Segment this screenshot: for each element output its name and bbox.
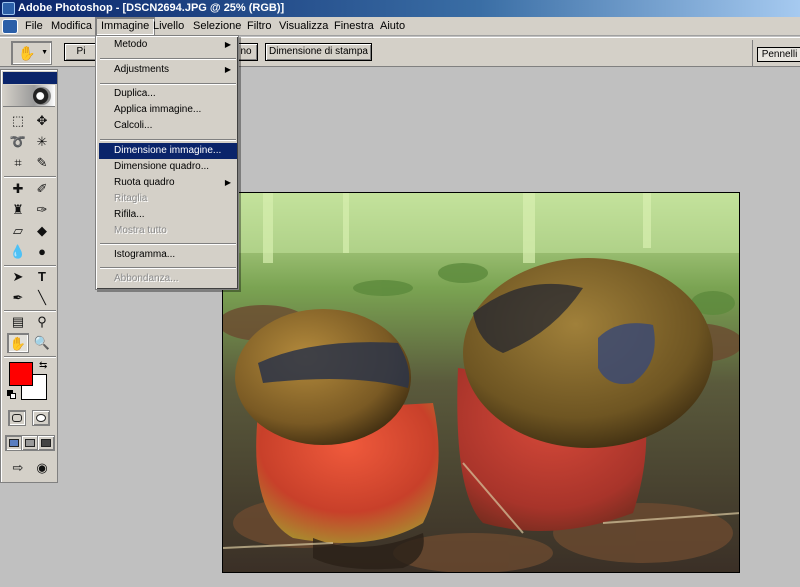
pen-icon[interactable]: ✒ xyxy=(7,288,29,308)
photoshop-app-icon[interactable] xyxy=(2,2,15,15)
menu-separator xyxy=(100,267,236,269)
menu-visualizza[interactable]: Visualizza xyxy=(274,17,333,36)
default-colors-icon[interactable] xyxy=(7,390,16,399)
menu-immagine[interactable]: Immagine xyxy=(95,17,156,36)
quick-mask-icon xyxy=(36,414,46,422)
eye-logo-icon xyxy=(33,87,51,105)
menu-item-rifila[interactable]: Rifila... xyxy=(99,207,237,223)
quick-mask-button[interactable] xyxy=(32,410,50,426)
photoshop-logo[interactable] xyxy=(3,85,55,107)
chevron-down-icon: ▼ xyxy=(41,49,48,56)
toolbox-divider xyxy=(4,176,56,178)
type-icon[interactable]: T xyxy=(31,267,53,287)
line-icon[interactable]: ╲ xyxy=(31,288,53,308)
mushroom-photo xyxy=(223,193,739,572)
image-menu-dropdown: Metodo ▶ Adjustments ▶ Duplica... Applic… xyxy=(95,35,239,290)
menu-item-ritaglia: Ritaglia xyxy=(114,193,148,204)
crop-icon[interactable]: ⌗ xyxy=(7,153,29,173)
toolbox-divider xyxy=(4,356,56,358)
brush-icon[interactable]: ✐ xyxy=(31,179,53,199)
menu-separator xyxy=(100,139,236,141)
dodge-icon[interactable]: ● xyxy=(31,242,53,262)
brushes-tab[interactable]: Pennelli xyxy=(757,47,800,62)
toolbox: ⬚ ✥ ➰ ✳ ⌗ ✎ ✚ ✐ ♜ ✑ ▱ ◆ 💧 ● ➤ T ✒ ╲ ▤ ⚲ … xyxy=(0,69,58,483)
brushes-palette-well: Pennelli xyxy=(752,40,800,66)
menu-item-ruota-quadro[interactable]: Ruota quadro ▶ xyxy=(99,175,237,191)
eyedropper-icon[interactable]: ⚲ xyxy=(31,312,53,332)
blur-icon[interactable]: 💧 xyxy=(7,242,29,262)
eraser-icon[interactable]: ▱ xyxy=(7,221,29,241)
menu-separator xyxy=(100,243,236,245)
menu-livello[interactable]: Livello xyxy=(148,17,189,36)
actual-pixels-button[interactable]: Pi xyxy=(64,43,98,61)
foreground-color-swatch[interactable] xyxy=(9,362,33,386)
submenu-arrow-icon: ▶ xyxy=(224,40,231,49)
standard-mode-button[interactable] xyxy=(8,410,26,426)
move-icon[interactable]: ✥ xyxy=(31,111,53,131)
submenu-arrow-icon: ▶ xyxy=(224,178,231,187)
menu-item-adjustments[interactable]: Adjustments ▶ xyxy=(99,62,237,78)
menu-filtro[interactable]: Filtro xyxy=(242,17,276,36)
print-size-button[interactable]: Dimensione di stampa xyxy=(265,43,372,61)
slice-icon[interactable]: ✎ xyxy=(31,153,53,173)
marquee-icon[interactable]: ⬚ xyxy=(7,111,29,131)
hand-icon: ✋ xyxy=(18,45,36,61)
menu-item-metodo[interactable]: Metodo ▶ xyxy=(99,37,237,53)
title-bar: Adobe Photoshop - [DSCN2694.JPG @ 25% (R… xyxy=(0,0,800,17)
clone-stamp-icon[interactable]: ♜ xyxy=(7,200,29,220)
jump-to-imageready-icon[interactable]: ⇨ xyxy=(7,458,29,478)
menu-finestra[interactable]: Finestra xyxy=(329,17,379,36)
menu-item-applica-immagine[interactable]: Applica immagine... xyxy=(99,102,237,118)
submenu-arrow-icon: ▶ xyxy=(224,65,231,74)
menu-item-istogramma[interactable]: Istogramma... xyxy=(99,247,237,263)
full-screen-button[interactable] xyxy=(37,435,55,451)
document-canvas[interactable] xyxy=(222,192,740,573)
menu-separator xyxy=(100,83,236,85)
menu-item-duplica[interactable]: Duplica... xyxy=(99,86,237,102)
document-control-icon[interactable] xyxy=(2,19,18,34)
window-title: Adobe Photoshop - [DSCN2694.JPG @ 25% (R… xyxy=(18,2,285,14)
lasso-icon[interactable]: ➰ xyxy=(7,132,29,152)
menu-aiuto[interactable]: Aiuto xyxy=(375,17,410,36)
standard-screen-icon xyxy=(9,439,19,447)
menu-separator xyxy=(100,58,236,60)
menu-item-calcoli[interactable]: Calcoli... xyxy=(99,118,237,134)
menu-selezione[interactable]: Selezione xyxy=(188,17,246,36)
menu-item-mostra-tutto: Mostra tutto xyxy=(114,225,167,236)
standard-mode-icon xyxy=(12,414,22,422)
menu-modifica[interactable]: Modifica xyxy=(46,17,97,36)
menu-bar: File Modifica Immagine Livello Selezione… xyxy=(0,17,800,36)
menu-item-dimensione-quadro[interactable]: Dimensione quadro... xyxy=(99,159,237,175)
full-screen-menu-icon xyxy=(25,439,35,447)
path-selection-icon[interactable]: ➤ xyxy=(7,267,29,287)
zoom-icon[interactable]: 🔍 xyxy=(31,333,53,353)
menu-item-abbondanza: Abbondanza... xyxy=(114,273,179,284)
menu-file[interactable]: File xyxy=(20,17,48,36)
imageready-icon[interactable]: ◉ xyxy=(31,458,53,478)
tool-preset-picker[interactable]: ✋ ▼ xyxy=(11,41,52,65)
swap-colors-icon[interactable]: ⇆ xyxy=(39,360,47,371)
notes-icon[interactable]: ▤ xyxy=(7,312,29,332)
menu-item-dimensione-immagine[interactable]: Dimensione immagine... xyxy=(99,143,237,159)
full-screen-icon xyxy=(41,439,51,447)
healing-brush-icon[interactable]: ✚ xyxy=(7,179,29,199)
magic-wand-icon[interactable]: ✳ xyxy=(31,132,53,152)
toolbox-title-bar[interactable] xyxy=(3,72,57,84)
history-brush-icon[interactable]: ✑ xyxy=(31,200,53,220)
hand-tool-icon[interactable]: ✋ xyxy=(7,333,29,353)
paint-bucket-icon[interactable]: ◆ xyxy=(31,221,53,241)
